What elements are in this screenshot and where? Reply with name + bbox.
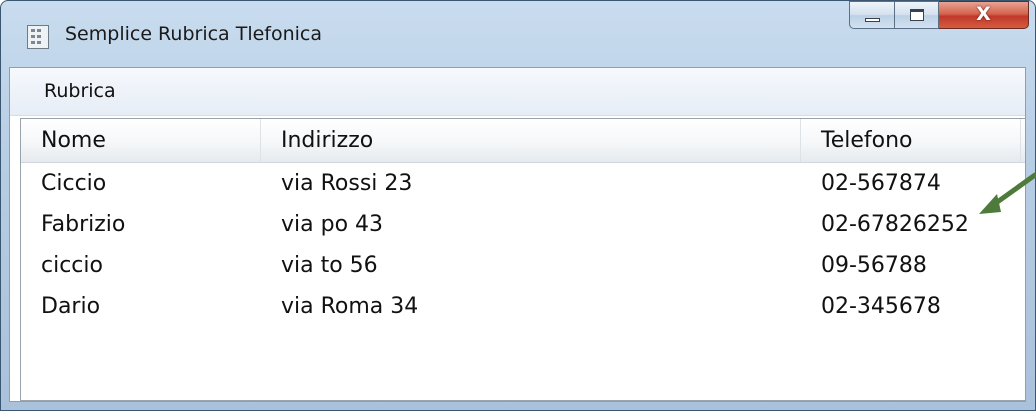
menu-bar: Rubrica (10, 68, 1025, 116)
table-row[interactable]: Dario via Roma 34 02-345678 (21, 286, 1025, 327)
cell-indirizzo: via po 43 (281, 212, 384, 237)
column-header-indirizzo[interactable]: Indirizzo (261, 119, 801, 162)
app-window: Semplice Rubrica Tlefonica X Rubrica Nom… (0, 0, 1036, 411)
table-row[interactable]: ciccio via to 56 09-56788 (21, 245, 1025, 286)
cell-nome: Fabrizio (41, 212, 126, 237)
client-area: Rubrica Nome Indirizzo Telefono Ciccio v… (9, 67, 1026, 402)
cell-indirizzo: via Rossi 23 (281, 171, 413, 196)
caption-buttons: X (849, 1, 1029, 31)
cell-nome: Dario (41, 294, 101, 319)
column-header-telefono[interactable]: Telefono (801, 119, 1021, 162)
table-row[interactable]: Fabrizio via po 43 02-67826252 (21, 204, 1025, 245)
contacts-table[interactable]: Nome Indirizzo Telefono Ciccio via Rossi… (20, 118, 1025, 401)
table-body: Ciccio via Rossi 23 02-567874 Fabrizio v… (21, 163, 1025, 327)
cell-telefono: 09-56788 (821, 253, 927, 278)
minimize-icon (865, 18, 880, 22)
title-bar[interactable]: Semplice Rubrica Tlefonica X (1, 1, 1035, 67)
table-header: Nome Indirizzo Telefono (21, 119, 1025, 163)
menu-rubrica[interactable]: Rubrica (40, 80, 120, 102)
maximize-icon (910, 9, 924, 21)
window-title: Semplice Rubrica Tlefonica (65, 23, 323, 45)
table-row[interactable]: Ciccio via Rossi 23 02-567874 (21, 163, 1025, 204)
cell-indirizzo: via to 56 (281, 253, 378, 278)
close-icon: X (976, 3, 991, 25)
column-header-nome[interactable]: Nome (21, 119, 261, 162)
maximize-button[interactable] (895, 1, 939, 29)
cell-nome: Ciccio (41, 171, 107, 196)
cell-telefono: 02-345678 (821, 294, 941, 319)
annotation-arrow-icon (979, 172, 1036, 214)
minimize-button[interactable] (849, 1, 895, 29)
app-icon[interactable] (27, 25, 49, 49)
cell-indirizzo: via Roma 34 (281, 294, 419, 319)
close-button[interactable]: X (939, 1, 1029, 29)
cell-nome: ciccio (41, 253, 103, 278)
